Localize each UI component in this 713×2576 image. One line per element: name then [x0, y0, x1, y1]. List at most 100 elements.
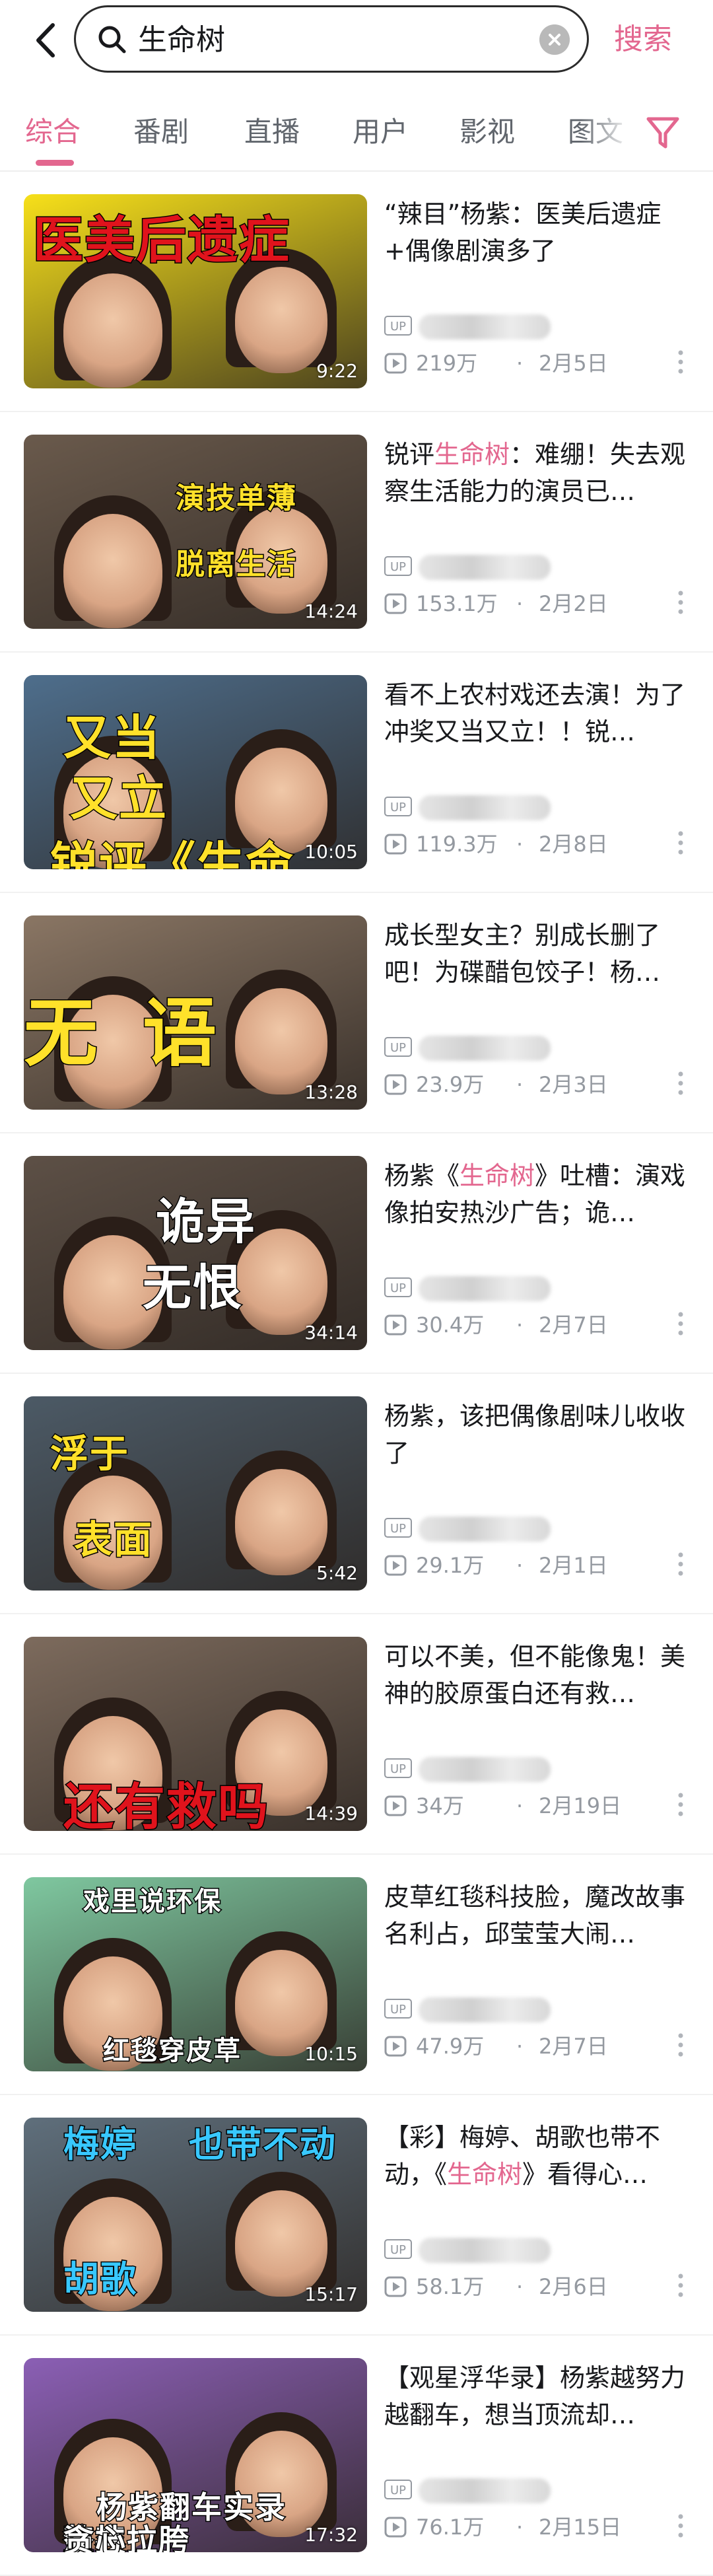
- video-result-item[interactable]: 医美后遗症 9:22 “辣目”杨紫：医美后遗症+偶像剧演多了 UP 219万 · 2月5日: [0, 172, 713, 412]
- video-title[interactable]: 皮草红毯科技脸，魔改故事名利占，邱莹莹大闹…: [384, 1878, 689, 1952]
- thumbnail-caption: 红毯穿皮草: [102, 2035, 242, 2067]
- video-result-item[interactable]: 浮于 表面 5:42 杨紫，该把偶像剧味儿收收了 UP 29.1万 · 2月1日: [0, 1374, 713, 1614]
- thumbnail-caption: 梅婷: [63, 2123, 137, 2166]
- thumbnail-figure-face: [235, 1950, 327, 2056]
- video-thumbnail[interactable]: 浮于 表面 5:42: [24, 1396, 367, 1591]
- video-result-item[interactable]: 诡异 无恨 34:14 杨紫《生命树》吐槽：演戏像拍安热沙广告；诡… UP 30.4万 · 2…: [0, 1133, 713, 1374]
- thumbnail-caption: 表面: [73, 1517, 154, 1563]
- more-icon[interactable]: [677, 2511, 684, 2540]
- search-input[interactable]: 生命树: [74, 5, 589, 73]
- separator-dot: ·: [516, 2515, 524, 2540]
- thumbnail-caption: 又当: [62, 709, 162, 767]
- video-thumbnail[interactable]: 医美后遗症 9:22: [24, 194, 367, 388]
- video-title[interactable]: 【彩】梅婷、胡歌也带不动，《生命树》看得心…: [384, 2119, 689, 2193]
- view-count: 76.1万: [416, 2515, 485, 2540]
- thumbnail-caption: 脱离生活: [175, 547, 297, 583]
- video-title[interactable]: 锐评生命树：难绷！失去观察生活能力的演员已…: [384, 436, 689, 510]
- video-title[interactable]: 杨紫，该把偶像剧味儿收收了: [384, 1398, 689, 1472]
- chevron-left-icon[interactable]: [26, 17, 66, 63]
- video-thumbnail[interactable]: 杨紫翻车实录 整容 演技拉胯 贪心 17:32: [24, 2358, 367, 2552]
- video-result-item[interactable]: 戏里说环保 红毯穿皮草 10:15 皮草红毯科技脸，魔改故事名利占，邱莹莹大闹… UP 4…: [0, 1855, 713, 2095]
- video-thumbnail[interactable]: 无语 13:28: [24, 915, 367, 1110]
- search-query[interactable]: 生命树: [138, 22, 225, 59]
- video-thumbnail[interactable]: 诡异 无恨 34:14: [24, 1156, 367, 1350]
- view-count: 47.9万: [416, 2034, 485, 2059]
- video-thumbnail[interactable]: 还有救吗 14:39: [24, 1637, 367, 1831]
- view-count: 34万: [416, 1793, 464, 1818]
- thumbnail-caption: 语: [142, 990, 218, 1078]
- more-icon[interactable]: [677, 1069, 684, 1098]
- video-title[interactable]: 可以不美，但不能像鬼！美神的胶原蛋白还有救…: [384, 1638, 689, 1712]
- video-title-text: 皮草红毯科技脸，魔改故事名利占，邱莹莹大闹…: [384, 1882, 686, 1949]
- video-title[interactable]: “辣目”杨紫：医美后遗症+偶像剧演多了: [384, 196, 689, 269]
- video-title-text: 锐评: [384, 440, 435, 469]
- video-result-item[interactable]: 杨紫翻车实录 整容 演技拉胯 贪心 17:32 【观星浮华录】杨紫越努力越翻车，想当顶流却…: [0, 2336, 713, 2576]
- video-result-item[interactable]: 无语 13:28 成长型女主？别成长删了吧！为碟醋包饺子！杨… UP 23.9万 · 2月3…: [0, 893, 713, 1133]
- video-title-highlight: 生命树: [459, 1161, 535, 1190]
- play-icon: [384, 353, 407, 374]
- more-icon[interactable]: [677, 1550, 684, 1579]
- view-count: 119.3万: [416, 832, 498, 857]
- tab-all[interactable]: 综合: [25, 112, 81, 152]
- uploader-name-blurred: [419, 2478, 551, 2503]
- upload-date: 2月2日: [539, 591, 608, 616]
- tab-live[interactable]: 直播: [244, 112, 300, 152]
- upload-date: 2月3日: [539, 1072, 608, 1097]
- thumbnail-caption: 胡歌: [63, 2258, 137, 2301]
- view-count: 58.1万: [416, 2274, 485, 2299]
- view-count: 153.1万: [416, 591, 498, 616]
- thumbnail-caption: 无恨: [142, 1259, 243, 1318]
- video-thumbnail[interactable]: 演技单薄 脱离生活 14:24: [24, 435, 367, 629]
- video-result-item[interactable]: 又当又立锐评《生命树》10:05 看不上农村戏还去演！为了冲奖又当又立！！锐… UP…: [0, 653, 713, 893]
- video-thumbnail[interactable]: 又当又立锐评《生命树》10:05: [24, 675, 367, 869]
- video-title[interactable]: 杨紫《生命树》吐槽：演戏像拍安热沙广告；诡…: [384, 1157, 689, 1231]
- upload-date: 2月7日: [539, 2034, 608, 2059]
- video-title-text: 》看得心…: [522, 2160, 648, 2189]
- more-icon[interactable]: [677, 1309, 684, 1338]
- tab-movies[interactable]: 影视: [459, 112, 515, 152]
- video-duration: 14:24: [304, 600, 358, 622]
- up-badge: UP: [384, 2239, 412, 2259]
- video-result-item[interactable]: 演技单薄 脱离生活 14:24 锐评生命树：难绷！失去观察生活能力的演员已… UP 153…: [0, 412, 713, 653]
- play-icon: [384, 2036, 407, 2057]
- search-header: 生命树 搜索: [0, 0, 713, 87]
- thumbnail-figure-face: [63, 514, 162, 628]
- more-icon[interactable]: [677, 828, 684, 857]
- upload-date: 2月19日: [539, 1793, 622, 1818]
- filter-icon[interactable]: [644, 112, 681, 152]
- upload-date: 2月5日: [539, 351, 608, 376]
- more-icon[interactable]: [677, 347, 684, 376]
- more-icon[interactable]: [677, 588, 684, 617]
- video-result-item[interactable]: 还有救吗 14:39 可以不美，但不能像鬼！美神的胶原蛋白还有救… UP 34万 · 2月1…: [0, 1614, 713, 1855]
- thumbnail-figure-face: [235, 2190, 327, 2297]
- uploader-name-blurred: [419, 1276, 551, 1301]
- more-icon[interactable]: [677, 1790, 684, 1819]
- clear-icon[interactable]: [539, 24, 570, 55]
- more-icon[interactable]: [677, 2030, 684, 2059]
- up-badge: UP: [384, 2480, 412, 2499]
- up-badge: UP: [384, 1277, 412, 1297]
- video-title-text: 看不上农村戏还去演！为了冲奖又当又立！！锐…: [384, 680, 686, 746]
- video-title[interactable]: 成长型女主？别成长删了吧！为碟醋包饺子！杨…: [384, 917, 689, 991]
- separator-dot: ·: [516, 1312, 524, 1338]
- tab-bangumi[interactable]: 番剧: [133, 112, 189, 152]
- thumbnail-caption: 也带不动: [188, 2123, 337, 2166]
- video-title[interactable]: 【观星浮华录】杨紫越努力越翻车，想当顶流却…: [384, 2359, 689, 2433]
- uploader-name-blurred: [419, 795, 551, 820]
- tab-users[interactable]: 用户: [353, 112, 408, 152]
- video-thumbnail[interactable]: 戏里说环保 红毯穿皮草 10:15: [24, 1877, 367, 2071]
- uploader-name-blurred: [419, 2238, 551, 2263]
- search-button[interactable]: 搜索: [614, 20, 672, 59]
- play-icon: [384, 834, 407, 855]
- up-badge: UP: [384, 1037, 412, 1057]
- up-badge: UP: [384, 316, 412, 336]
- more-icon[interactable]: [677, 2271, 684, 2300]
- video-thumbnail[interactable]: 梅婷 胡歌 也带不动 15:17: [24, 2118, 367, 2312]
- video-title[interactable]: 看不上农村戏还去演！为了冲奖又当又立！！锐…: [384, 676, 689, 750]
- separator-dot: ·: [516, 591, 524, 616]
- video-duration: 5:42: [316, 1562, 358, 1584]
- view-count: 30.4万: [416, 1312, 485, 1338]
- video-result-item[interactable]: 梅婷 胡歌 也带不动 15:17 【彩】梅婷、胡歌也带不动，《生命树》看得心… UP 58.…: [0, 2095, 713, 2336]
- separator-dot: ·: [516, 1793, 524, 1818]
- video-title-text: “辣目”杨紫：医美后遗症+偶像剧演多了: [384, 199, 662, 266]
